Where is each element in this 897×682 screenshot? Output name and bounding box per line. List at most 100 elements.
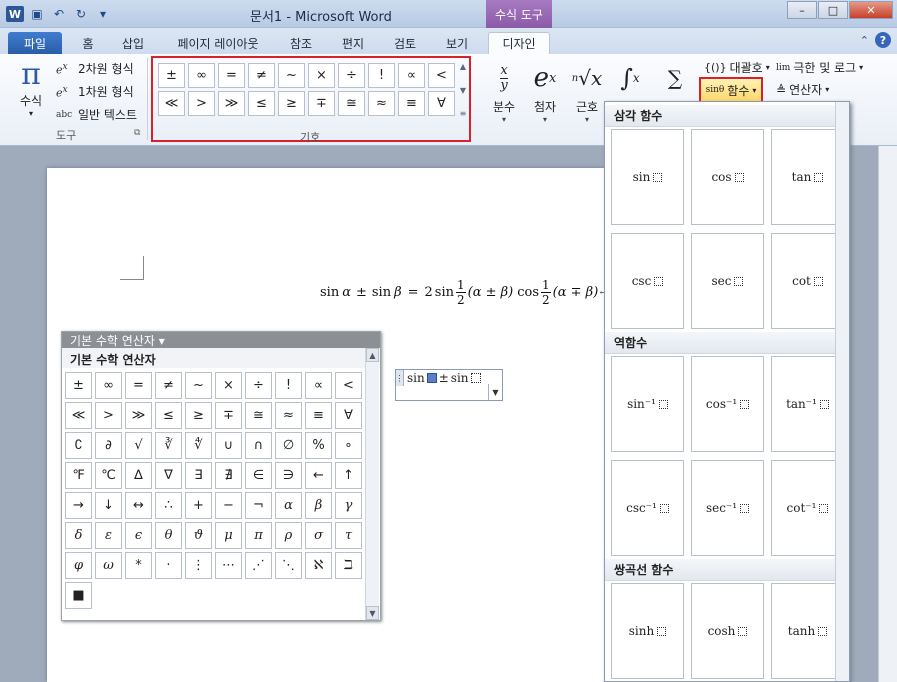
tab-mailings[interactable]: 편지 xyxy=(336,32,370,54)
fn-sec-button[interactable]: sec xyxy=(691,233,764,329)
palette-symbol-button[interactable]: ≪ xyxy=(65,402,92,429)
palette-symbol-button[interactable]: ∁ xyxy=(65,432,92,459)
symbol-button[interactable]: ≫ xyxy=(218,91,245,116)
customize-dropdown-icon[interactable]: ▾ xyxy=(94,6,112,22)
palette-symbol-button[interactable]: π xyxy=(245,522,272,549)
maximize-button[interactable]: □ xyxy=(818,1,848,19)
palette-symbol-button[interactable]: ← xyxy=(305,462,332,489)
fraction-button[interactable]: xy 분수 ▾ xyxy=(490,58,518,128)
palette-symbol-button[interactable]: ↔ xyxy=(125,492,152,519)
redo-icon[interactable]: ↻ xyxy=(72,6,90,22)
symbol-button[interactable]: ~ xyxy=(278,63,305,88)
palette-symbol-button[interactable]: ω xyxy=(95,552,122,579)
limit-log-button[interactable]: lim 극한 및 로그 ▾ xyxy=(776,59,863,76)
palette-symbol-button[interactable]: ∪ xyxy=(215,432,242,459)
palette-symbol-button[interactable]: · xyxy=(155,552,182,579)
palette-symbol-button[interactable]: σ xyxy=(305,522,332,549)
basic-math-palette[interactable]: 기본 수학 연산자 ▾ 기본 수학 연산자 ± ∞ = ≠ ~ × ÷! ∝ < ≪ > ≫ ≤ ≥ ∓ ≅ ≈… xyxy=(61,331,381,621)
palette-symbol-button[interactable]: ℵ xyxy=(305,552,332,579)
palette-symbol-button[interactable]: φ xyxy=(65,552,92,579)
palette-symbol-button[interactable]: ⋰ xyxy=(245,552,272,579)
palette-symbol-button[interactable]: ■ xyxy=(65,582,92,609)
palette-symbol-button[interactable]: ρ xyxy=(275,522,302,549)
palette-symbol-button[interactable]: ! xyxy=(275,372,302,399)
professional-button[interactable]: ex 2차원 형식 xyxy=(56,60,134,77)
symbol-button[interactable]: ∀ xyxy=(428,91,455,116)
palette-symbol-button[interactable]: > xyxy=(95,402,122,429)
palette-symbol-button[interactable]: ∀ xyxy=(335,402,362,429)
symbol-button[interactable]: ≤ xyxy=(248,91,275,116)
palette-symbol-button[interactable]: ≅ xyxy=(245,402,272,429)
palette-symbol-button[interactable]: ÷ xyxy=(245,372,272,399)
symbol-button[interactable]: ∓ xyxy=(308,91,335,116)
fn-arctan-button[interactable]: tan⁻¹ xyxy=(771,356,844,452)
palette-symbol-button[interactable]: ± xyxy=(65,372,92,399)
scroll-up-icon[interactable]: ▲ xyxy=(366,348,379,362)
palette-symbol-button[interactable]: − xyxy=(215,492,242,519)
symbol-button[interactable]: > xyxy=(188,91,215,116)
fn-cot-button[interactable]: cot xyxy=(771,233,844,329)
palette-symbol-button[interactable]: ∈ xyxy=(245,462,272,489)
palette-symbol-button[interactable]: ≈ xyxy=(275,402,302,429)
palette-symbol-button[interactable]: + xyxy=(185,492,212,519)
scroll-up-icon[interactable]: ▲ xyxy=(460,62,466,71)
palette-symbol-button[interactable]: ∘ xyxy=(335,432,362,459)
palette-symbol-button[interactable]: θ xyxy=(155,522,182,549)
fn-sin-button[interactable]: sin xyxy=(611,129,684,225)
palette-symbol-button[interactable]: ∝ xyxy=(305,372,332,399)
fn-tan-button[interactable]: tan xyxy=(771,129,844,225)
symbol-button[interactable]: ÷ xyxy=(338,63,365,88)
symbols-gallery-scroll[interactable]: ▲ ▼ ≡ xyxy=(458,62,468,118)
palette-symbol-button[interactable]: μ xyxy=(215,522,242,549)
symbol-button[interactable]: ≥ xyxy=(278,91,305,116)
equation-button[interactable]: π 수식 ▾ xyxy=(10,58,52,128)
tab-home[interactable]: 홈 xyxy=(74,32,102,54)
palette-symbol-button[interactable]: ∄ xyxy=(215,462,242,489)
palette-symbol-button[interactable]: α xyxy=(275,492,302,519)
help-icon[interactable]: ? xyxy=(875,32,891,48)
palette-symbol-button[interactable]: ϑ xyxy=(185,522,212,549)
palette-symbol-button[interactable]: ∋ xyxy=(275,462,302,489)
palette-symbol-button[interactable]: = xyxy=(125,372,152,399)
fn-cos-button[interactable]: cos xyxy=(691,129,764,225)
palette-symbol-button[interactable]: ∇ xyxy=(155,462,182,489)
palette-symbol-button[interactable]: β xyxy=(305,492,332,519)
normal-text-button[interactable]: abc 일반 텍스트 xyxy=(56,106,137,123)
palette-symbol-button[interactable]: ε xyxy=(95,522,122,549)
symbol-button[interactable]: ≅ xyxy=(338,91,365,116)
fn-arccos-button[interactable]: cos⁻¹ xyxy=(691,356,764,452)
fn-arccsc-button[interactable]: csc⁻¹ xyxy=(611,460,684,556)
palette-symbol-button[interactable]: ≠ xyxy=(155,372,182,399)
palette-symbol-button[interactable]: ~ xyxy=(185,372,212,399)
close-button[interactable]: ✕ xyxy=(849,1,893,19)
script-button[interactable]: ex 첨자 ▾ xyxy=(528,58,562,128)
scroll-down-icon[interactable]: ▼ xyxy=(460,86,466,95)
operator-button[interactable]: ≜ 연산자 ▾ xyxy=(776,81,829,98)
linear-button[interactable]: ex 1차원 형식 xyxy=(56,83,134,100)
inline-equation-box[interactable]: ⋮ sin ± sin ▼ xyxy=(395,369,503,401)
word-icon[interactable]: W xyxy=(6,6,24,22)
palette-symbol-button[interactable]: ≡ xyxy=(305,402,332,429)
palette-symbol-button[interactable]: ↑ xyxy=(335,462,362,489)
gallery-more-icon[interactable]: ≡ xyxy=(460,109,467,118)
placeholder[interactable] xyxy=(470,373,481,383)
undo-icon[interactable]: ↶ xyxy=(50,6,68,22)
minimize-ribbon-icon[interactable]: ⌃ xyxy=(860,34,869,47)
placeholder-selected[interactable] xyxy=(426,373,437,383)
palette-symbol-button[interactable]: ℶ xyxy=(335,552,362,579)
palette-symbol-button[interactable]: ∴ xyxy=(155,492,182,519)
palette-symbol-button[interactable]: → xyxy=(65,492,92,519)
palette-symbol-button[interactable]: ∛ xyxy=(155,432,182,459)
palette-symbol-button[interactable]: × xyxy=(215,372,242,399)
palette-symbol-button[interactable]: ℉ xyxy=(65,462,92,489)
palette-symbol-button[interactable]: ∓ xyxy=(215,402,242,429)
fn-arccot-button[interactable]: cot⁻¹ xyxy=(771,460,844,556)
palette-scrollbar[interactable]: ▲ ▼ xyxy=(365,348,379,620)
fn-cosh-button[interactable]: cosh xyxy=(691,583,764,679)
palette-header-dropdown[interactable]: 기본 수학 연산자 ▾ xyxy=(62,332,380,348)
symbol-button[interactable]: = xyxy=(218,63,245,88)
function-button[interactable]: sinθ 함수 ▾ xyxy=(699,77,763,103)
scroll-down-icon[interactable]: ▼ xyxy=(366,606,379,620)
tab-page-layout[interactable]: 페이지 레이아웃 xyxy=(168,32,268,54)
inline-equation-content[interactable]: sin ± sin xyxy=(407,371,481,385)
